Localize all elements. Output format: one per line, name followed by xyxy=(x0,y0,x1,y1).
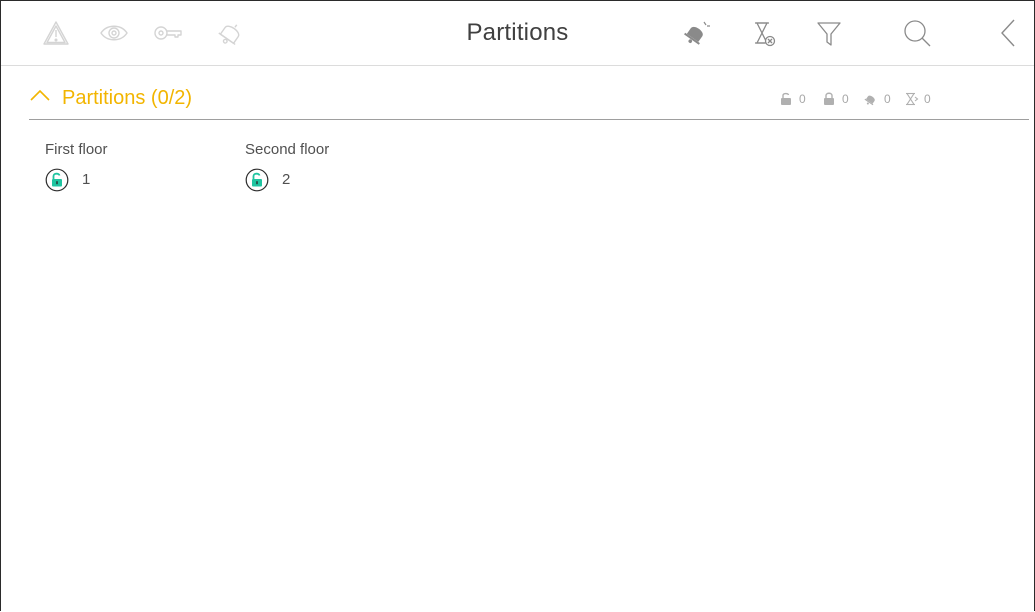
alarm-count: 0 xyxy=(884,92,891,106)
partition-tile-first-floor[interactable]: First floor 1 xyxy=(45,141,195,192)
section-title[interactable]: Partitions (0/2) xyxy=(62,87,192,110)
alarm-bell-icon[interactable] xyxy=(680,17,712,49)
alarm-counter: 0 xyxy=(863,90,891,108)
locked-counter: 0 xyxy=(821,90,849,108)
unlocked-count: 0 xyxy=(799,92,806,106)
unlocked-status-icon xyxy=(45,168,69,192)
top-toolbar: Partitions xyxy=(1,1,1034,66)
unlocked-status-icon xyxy=(245,168,269,192)
locked-count: 0 xyxy=(842,92,849,106)
timer-counter: 0 xyxy=(903,90,931,108)
unlocked-counter: 0 xyxy=(778,90,806,108)
app-window: Partitions Partitions (0/2) 0 0 0 0 Firs… xyxy=(0,0,1035,611)
alarm-bell-icon xyxy=(864,95,875,106)
partitions-section-header: Partitions (0/2) 0 0 0 0 xyxy=(29,81,1029,120)
filter-icon[interactable] xyxy=(813,17,845,49)
unlocked-icon xyxy=(781,92,791,105)
search-icon[interactable] xyxy=(901,17,933,49)
locked-icon xyxy=(824,92,834,105)
timer-count: 0 xyxy=(924,92,931,106)
page-title: Partitions xyxy=(466,19,569,46)
collapse-chevron-icon[interactable] xyxy=(29,85,51,107)
partition-tile-second-floor[interactable]: Second floor 2 xyxy=(245,141,395,192)
hourglass-cancel-icon[interactable] xyxy=(747,17,779,49)
partition-name: Second floor xyxy=(245,141,330,158)
partition-number: 1 xyxy=(82,171,91,188)
partition-number: 2 xyxy=(282,171,291,188)
hourglass-icon xyxy=(905,92,919,106)
partition-name: First floor xyxy=(45,141,108,158)
back-chevron-icon[interactable] xyxy=(992,17,1024,49)
